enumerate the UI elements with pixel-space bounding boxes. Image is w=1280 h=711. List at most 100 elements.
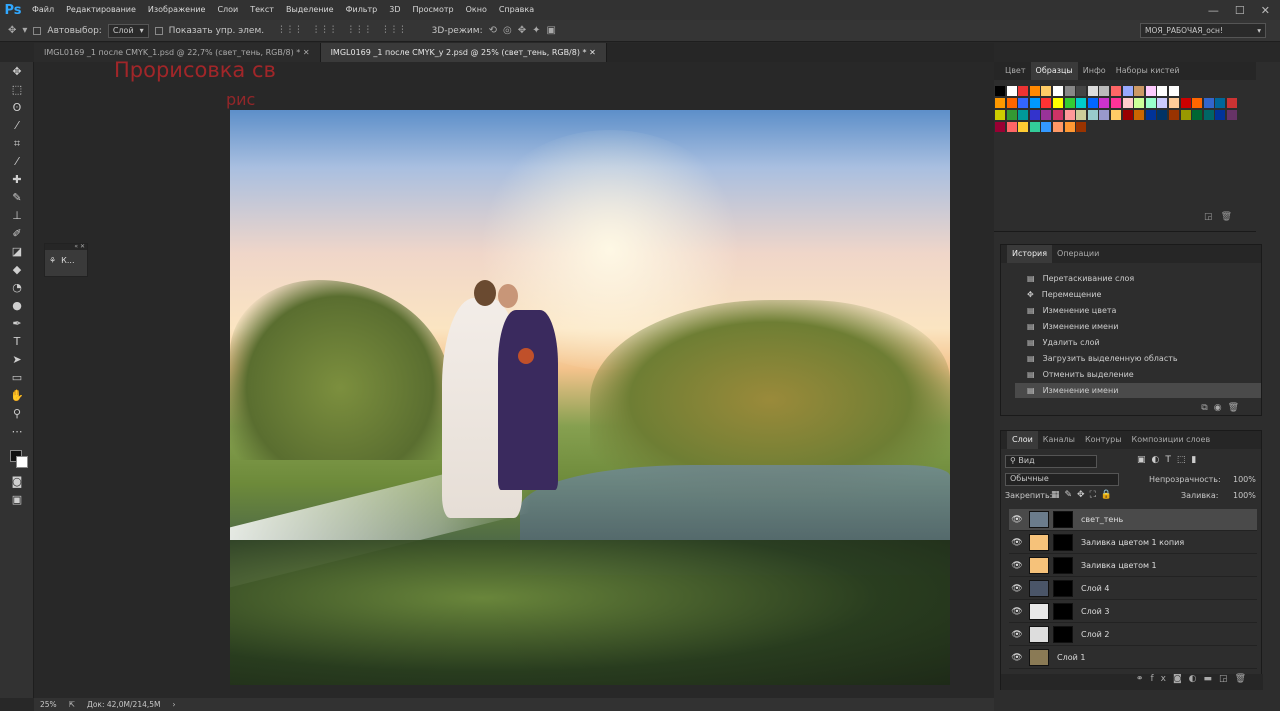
zoom-level[interactable]: 25%	[40, 700, 57, 709]
color-swatch[interactable]	[1041, 122, 1052, 132]
layer-filter-icons[interactable]: ▣◐T⬚▮	[1137, 455, 1202, 465]
menu-image[interactable]: Изображение	[142, 0, 212, 20]
tab-channels[interactable]: Каналы	[1038, 431, 1080, 449]
color-swatch[interactable]	[1018, 86, 1029, 96]
menu-help[interactable]: Справка	[493, 0, 540, 20]
history-item[interactable]: ▤ Загрузить выделенную область	[1015, 351, 1261, 366]
color-swatch[interactable]	[1041, 110, 1052, 120]
more-tools-icon[interactable]: ⋯	[9, 424, 25, 440]
menu-type[interactable]: Текст	[244, 0, 280, 20]
color-swatch[interactable]	[1180, 110, 1191, 120]
color-swatch[interactable]	[1064, 110, 1075, 120]
menu-file[interactable]: Файл	[26, 0, 60, 20]
color-swatch[interactable]	[1145, 98, 1156, 108]
color-swatch[interactable]	[1111, 98, 1121, 108]
color-swatch[interactable]	[1099, 98, 1110, 108]
type-tool-icon[interactable]: T	[9, 334, 25, 350]
menu-window[interactable]: Окно	[460, 0, 493, 20]
camera-icon[interactable]: ◉	[1214, 403, 1228, 413]
trash-icon[interactable]: 🗑	[1228, 403, 1245, 413]
move-tool-icon[interactable]: ✥	[8, 25, 16, 36]
trash-icon[interactable]: 🗑	[1235, 674, 1253, 684]
color-swatch[interactable]	[1157, 98, 1168, 108]
eraser-tool-icon[interactable]: ◪	[9, 244, 25, 260]
layer-row[interactable]: 👁 свет_тень	[1009, 509, 1257, 531]
new-layer-icon[interactable]: ◲	[1219, 674, 1235, 684]
menu-filter[interactable]: Фильтр	[340, 0, 384, 20]
eye-icon[interactable]: 👁	[1009, 561, 1025, 571]
minimize-icon[interactable]: —	[1208, 4, 1219, 17]
tab-swatches[interactable]: Образцы	[1030, 62, 1078, 80]
color-swatch[interactable]	[1145, 86, 1156, 96]
quick-mask-icon[interactable]: ◙	[9, 474, 25, 490]
folder-icon[interactable]: ▬	[1204, 674, 1220, 684]
layer-mask-thumbnail[interactable]	[1053, 557, 1073, 574]
color-swatch[interactable]	[1157, 86, 1168, 96]
eye-icon[interactable]: 👁	[1009, 607, 1025, 617]
eye-icon[interactable]: 👁	[1009, 538, 1025, 548]
eye-icon[interactable]: 👁	[1009, 584, 1025, 594]
layer-filter-select[interactable]: ⚲ Вид	[1005, 455, 1097, 468]
tab-paths[interactable]: Контуры	[1080, 431, 1127, 449]
color-swatch[interactable]	[1087, 98, 1098, 108]
hand-tool-icon[interactable]: ✋	[9, 388, 25, 404]
path-select-icon[interactable]: ➤	[9, 352, 25, 368]
color-swatch[interactable]	[1122, 98, 1133, 108]
menu-view[interactable]: Просмотр	[407, 0, 460, 20]
color-swatch[interactable]	[1041, 86, 1052, 96]
color-swatch[interactable]	[995, 86, 1005, 96]
autoselect-select[interactable]: Слой ▾	[107, 23, 149, 38]
chevron-down-icon[interactable]: ▾	[22, 25, 27, 36]
tab-color[interactable]: Цвет	[1000, 62, 1031, 80]
tab-history[interactable]: История	[1007, 245, 1053, 263]
dodge-tool-icon[interactable]: ●	[9, 298, 25, 314]
close-icon[interactable]: ✕	[303, 48, 310, 57]
color-swatch[interactable]	[1215, 98, 1226, 108]
tab-layers[interactable]: Слои	[1007, 431, 1038, 449]
color-swatch[interactable]	[995, 110, 1005, 120]
healing-brush-icon[interactable]: ✚	[9, 172, 25, 188]
layer-mask-thumbnail[interactable]	[1053, 511, 1073, 528]
doc-tab-2[interactable]: IMGL0169 _1 после CMYK_у 2.psd @ 25% (св…	[320, 43, 607, 62]
eye-icon[interactable]: 👁	[1009, 630, 1025, 640]
layer-mask-thumbnail[interactable]	[1053, 603, 1073, 620]
export-icon[interactable]: ⇱	[69, 700, 75, 709]
chevron-right-icon[interactable]: ›	[173, 700, 176, 709]
history-item[interactable]: ✥ Перемещение	[1015, 287, 1261, 302]
close-icon[interactable]: ✕	[1261, 4, 1270, 17]
color-swatch[interactable]	[1169, 98, 1179, 108]
align-icons[interactable]: ⫶⫶⫶ ⫶⫶⫶ ⫶⫶⫶ ⫶⫶⫶	[280, 25, 410, 36]
new-document-icon[interactable]: ⧉	[1201, 403, 1213, 413]
tab-layer-comps[interactable]: Композиции слоев	[1127, 431, 1216, 449]
eye-icon[interactable]: 👁	[1009, 515, 1025, 525]
stamp-tool-icon[interactable]: ⊥	[9, 208, 25, 224]
color-swatch[interactable]	[1029, 110, 1040, 120]
color-swatch[interactable]	[1099, 110, 1110, 120]
screen-mode-icon[interactable]: ▣	[9, 492, 25, 508]
quick-select-icon[interactable]: ⁄	[9, 118, 25, 134]
color-swatch[interactable]	[1134, 110, 1145, 120]
paint-bucket-icon[interactable]: ◆	[9, 262, 25, 278]
history-item[interactable]: ▤ Отменить выделение	[1015, 367, 1261, 382]
menu-layers[interactable]: Слои	[211, 0, 244, 20]
color-swatch[interactable]	[995, 98, 1005, 108]
history-item[interactable]: ▤ Перетаскивание слоя	[1015, 271, 1261, 286]
color-swatch[interactable]	[1029, 98, 1040, 108]
color-swatch[interactable]	[1203, 98, 1214, 108]
move-tool-icon[interactable]: ✥	[9, 64, 25, 80]
lasso-tool-icon[interactable]: ʘ	[9, 100, 25, 116]
layer-row[interactable]: 👁 Слой 2	[1009, 624, 1257, 646]
layer-mask-thumbnail[interactable]	[1053, 534, 1073, 551]
color-swatch[interactable]	[1134, 86, 1145, 96]
color-swatch[interactable]	[1018, 110, 1029, 120]
tab-brush-presets[interactable]: Наборы кистей	[1111, 62, 1185, 80]
layer-mask-thumbnail[interactable]	[1053, 626, 1073, 643]
color-swatch[interactable]	[1087, 86, 1098, 96]
color-swatch[interactable]	[1157, 110, 1168, 120]
3d-icons[interactable]: ⟲◎✥✦▣	[489, 25, 562, 36]
marquee-tool-icon[interactable]: ⬚	[9, 82, 25, 98]
tab-actions[interactable]: Операции	[1052, 245, 1104, 263]
color-swatch[interactable]	[1006, 86, 1017, 96]
color-swatch[interactable]	[1076, 98, 1087, 108]
color-swatch[interactable]	[1192, 110, 1203, 120]
